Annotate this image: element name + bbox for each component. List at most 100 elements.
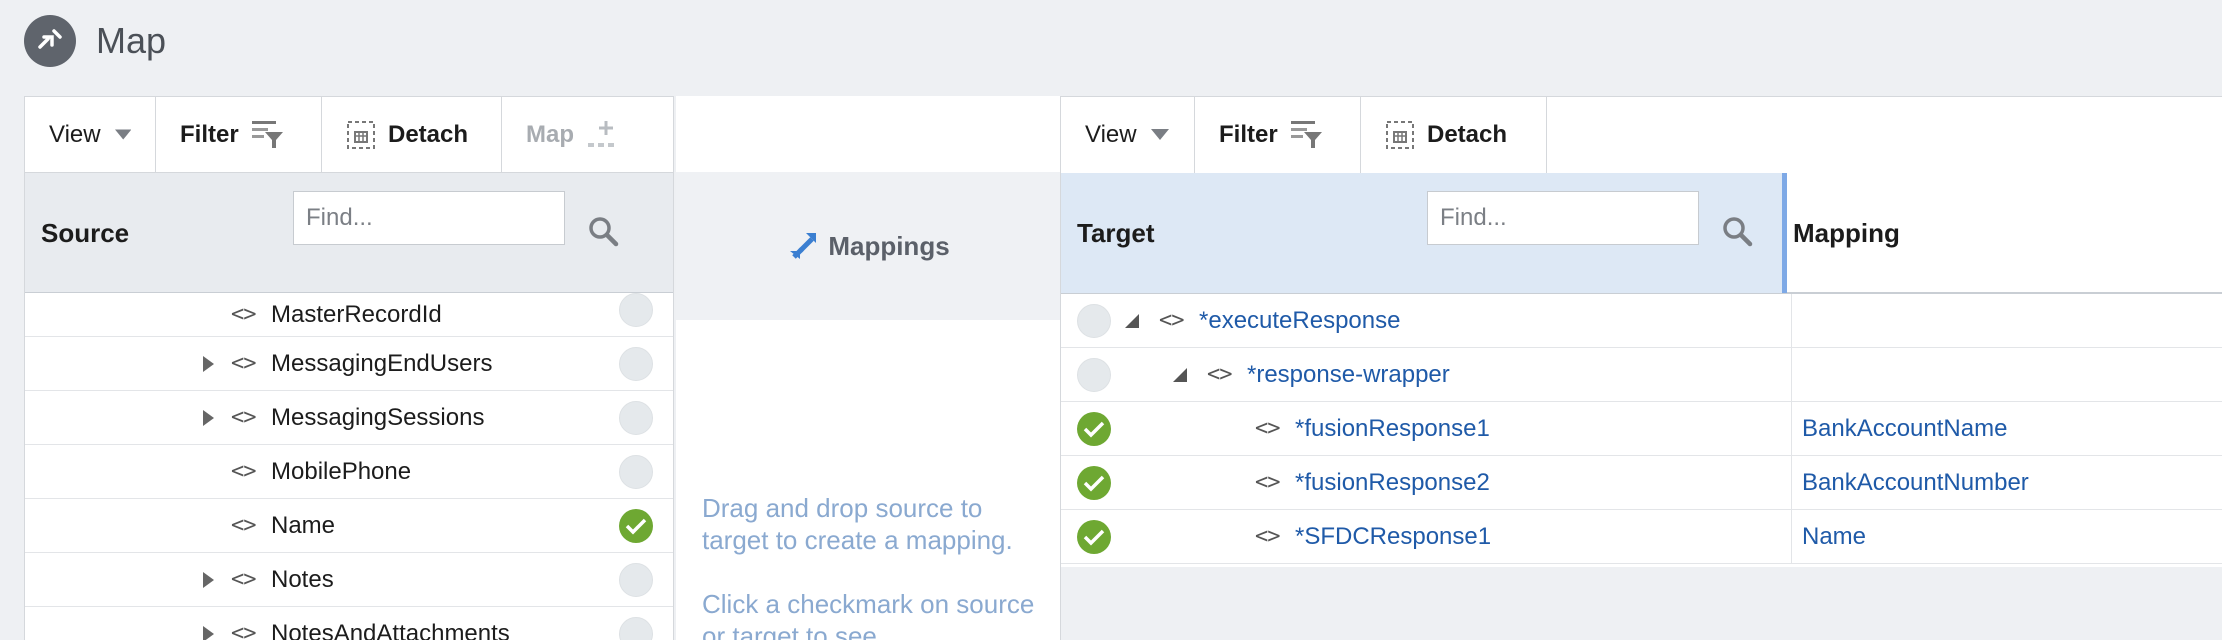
target-row-label: *SFDCResponse1	[1295, 522, 1492, 550]
mapping-value[interactable]: BankAccountNumber	[1802, 469, 2029, 497]
status-empty-indicator[interactable]	[619, 346, 653, 381]
filter-icon	[1290, 121, 1322, 148]
mapping-cell: BankAccountNumber	[1791, 456, 2029, 509]
source-title: Source	[41, 217, 130, 248]
search-icon[interactable]	[1721, 215, 1753, 247]
page-title: Map	[96, 20, 167, 61]
mappings-title: Mappings	[828, 230, 950, 261]
detach-label: Detach	[388, 120, 469, 148]
view-label: View	[1085, 121, 1137, 148]
mappings-hint: Drag and drop source to target to create…	[702, 493, 1013, 555]
target-row[interactable]: <> *fusionResponse2 BankAccountNumber	[1061, 456, 2222, 510]
source-view-menu[interactable]: View	[25, 97, 156, 172]
mappings-hint-secondary: Click a checkmark on source or target to…	[702, 589, 1035, 640]
source-row-label: MasterRecordId	[271, 300, 442, 328]
element-icon: <>	[231, 621, 256, 640]
element-icon: <>	[231, 567, 256, 592]
dropdown-icon	[114, 129, 131, 140]
source-filter-button[interactable]: Filter	[156, 97, 322, 172]
mapping-cell: Name	[1791, 510, 1866, 563]
status-empty-indicator[interactable]	[619, 562, 653, 597]
page-header: Map	[24, 14, 166, 68]
expand-icon[interactable]	[203, 625, 214, 640]
element-icon: <>	[231, 405, 256, 430]
check-icon[interactable]	[619, 508, 653, 543]
element-icon: <>	[231, 351, 256, 376]
target-row-label: *response-wrapper	[1247, 360, 1450, 388]
target-tree: <> *executeResponse <> *response-wrapper…	[1061, 293, 2222, 564]
map-label: Map	[526, 120, 574, 148]
target-row-label: *fusionResponse2	[1295, 468, 1490, 496]
source-row[interactable]: <> MasterRecordId	[25, 293, 673, 337]
source-row[interactable]: <> MessagingEndUsers	[25, 337, 673, 391]
status-empty-indicator[interactable]	[1077, 357, 1111, 392]
target-empty-area	[1061, 567, 2222, 640]
filter-label: Filter	[1219, 121, 1278, 148]
element-icon: <>	[231, 302, 256, 327]
source-row-label: MobilePhone	[271, 457, 412, 485]
mappings-icon	[790, 233, 817, 259]
filter-icon	[251, 120, 283, 148]
mapping-cell: BankAccountName	[1791, 402, 2007, 455]
mappings-header: Mappings	[676, 172, 1060, 320]
check-icon[interactable]	[1077, 465, 1111, 500]
source-find-input[interactable]	[293, 191, 565, 245]
detach-icon	[1386, 121, 1414, 149]
filter-label: Filter	[180, 120, 239, 148]
status-empty-indicator[interactable]	[619, 616, 653, 640]
target-filter-button[interactable]: Filter	[1195, 97, 1361, 173]
source-row[interactable]: <> Name	[25, 499, 673, 553]
element-icon: <>	[231, 513, 256, 538]
target-view-menu[interactable]: View	[1061, 97, 1195, 173]
mapping-value[interactable]: Name	[1802, 523, 1866, 551]
check-icon[interactable]	[1077, 519, 1111, 554]
source-row-label: Name	[271, 511, 336, 539]
element-icon: <>	[1255, 524, 1280, 549]
mapping-value[interactable]: BankAccountName	[1802, 415, 2007, 443]
target-row[interactable]: <> *fusionResponse1 BankAccountName	[1061, 402, 2222, 456]
add-map-icon	[588, 120, 614, 147]
target-row[interactable]: <> *response-wrapper	[1061, 348, 2222, 402]
expand-icon[interactable]	[203, 355, 214, 372]
status-empty-indicator[interactable]	[619, 293, 653, 327]
target-find-input[interactable]	[1427, 191, 1699, 245]
source-toolbar: View Filter Detach Map	[25, 97, 673, 173]
detach-label: Detach	[1427, 121, 1508, 148]
element-icon: <>	[231, 459, 256, 484]
search-icon[interactable]	[587, 215, 619, 247]
target-row[interactable]: <> *SFDCResponse1 Name	[1061, 510, 2222, 564]
status-empty-indicator[interactable]	[619, 400, 653, 435]
source-tree: <> MasterRecordId <> MessagingEndUsers <…	[25, 293, 673, 640]
source-row[interactable]: <> Notes	[25, 553, 673, 607]
dropdown-icon	[1150, 129, 1169, 140]
view-label: View	[49, 120, 101, 148]
source-row[interactable]: <> NotesAndAttachments	[25, 607, 673, 640]
source-map-button[interactable]: Map	[502, 97, 673, 172]
mapping-cell	[1791, 294, 1802, 347]
source-row[interactable]: <> MessagingSessions	[25, 391, 673, 445]
target-row[interactable]: <> *executeResponse	[1061, 294, 2222, 348]
map-icon	[24, 15, 76, 67]
check-icon[interactable]	[1077, 411, 1111, 446]
target-column-header: Target	[1061, 173, 1787, 293]
collapse-icon[interactable]	[1125, 313, 1139, 328]
target-title: Target	[1077, 217, 1155, 248]
expand-icon[interactable]	[203, 409, 214, 426]
source-row-label: Notes	[271, 565, 334, 593]
source-row[interactable]: <> MobilePhone	[25, 445, 673, 499]
source-detach-button[interactable]: Detach	[322, 97, 502, 172]
mapping-cell	[1791, 348, 1802, 401]
target-toolbar: View Filter Detach	[1061, 97, 2222, 173]
element-icon: <>	[1159, 308, 1184, 333]
status-empty-indicator[interactable]	[1077, 303, 1111, 338]
target-detach-button[interactable]: Detach	[1361, 97, 1547, 173]
target-panel: View Filter Detach Target Mapping <> *ex…	[1060, 96, 2222, 640]
source-header: Source	[25, 173, 673, 293]
expand-icon[interactable]	[203, 571, 214, 588]
target-header: Target Mapping	[1061, 173, 2222, 293]
collapse-icon[interactable]	[1173, 367, 1187, 382]
status-empty-indicator[interactable]	[619, 454, 653, 489]
source-row-label: MessagingSessions	[271, 403, 485, 431]
element-icon: <>	[1207, 362, 1232, 387]
target-row-label: *fusionResponse1	[1295, 414, 1490, 442]
